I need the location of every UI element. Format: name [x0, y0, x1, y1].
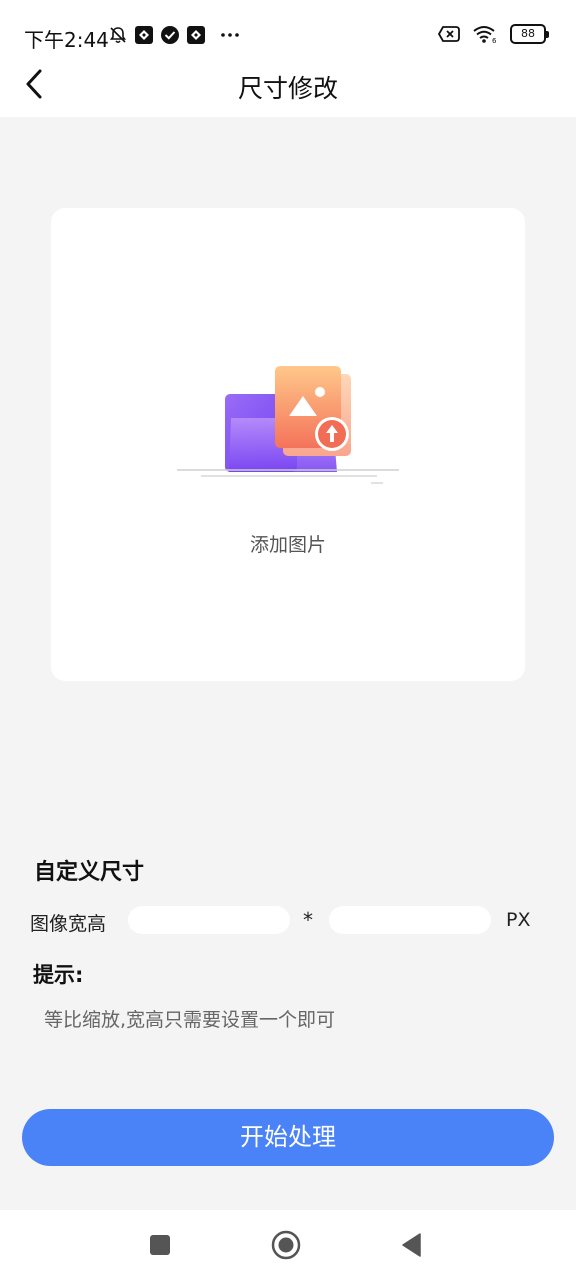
top-nav-bar: 尺寸修改 — [0, 55, 576, 117]
battery-indicator: 88 — [510, 24, 549, 44]
add-image-card[interactable]: 添加图片 — [51, 208, 525, 681]
back-triangle-icon[interactable] — [398, 1230, 428, 1260]
page-title: 尺寸修改 — [237, 74, 338, 103]
system-navigation-bar — [0, 1210, 576, 1280]
folder-image-upload-illustration — [177, 366, 399, 484]
hint-text: 等比缩放,宽高只需要设置一个即可 — [44, 1009, 336, 1031]
check-circle-icon — [161, 26, 179, 44]
wifi-icon: 6 — [473, 26, 497, 44]
more-dots-icon — [221, 33, 239, 37]
add-image-label: 添加图片 — [249, 534, 326, 556]
dimension-separator: * — [303, 908, 313, 932]
width-input[interactable] — [128, 906, 290, 934]
home-circle-icon[interactable] — [271, 1230, 301, 1260]
svg-text:6: 6 — [492, 37, 497, 44]
app-notification-icon — [187, 26, 205, 44]
hint-title: 提示: — [33, 963, 84, 987]
dimension-label: 图像宽高 — [30, 913, 107, 935]
sim-no-signal-icon — [438, 26, 460, 42]
status-time: 下午2:44 — [24, 28, 109, 52]
recent-apps-square-icon[interactable] — [145, 1230, 175, 1260]
app-notification-icon — [135, 26, 153, 44]
unit-label: PX — [506, 909, 531, 931]
status-right-icons: 6 88 — [438, 24, 549, 44]
status-left-icons — [108, 25, 240, 45]
mute-bell-icon — [109, 27, 127, 44]
start-processing-button[interactable]: 开始处理 — [22, 1109, 554, 1166]
custom-size-title: 自定义尺寸 — [34, 860, 145, 885]
height-input[interactable] — [329, 906, 491, 934]
